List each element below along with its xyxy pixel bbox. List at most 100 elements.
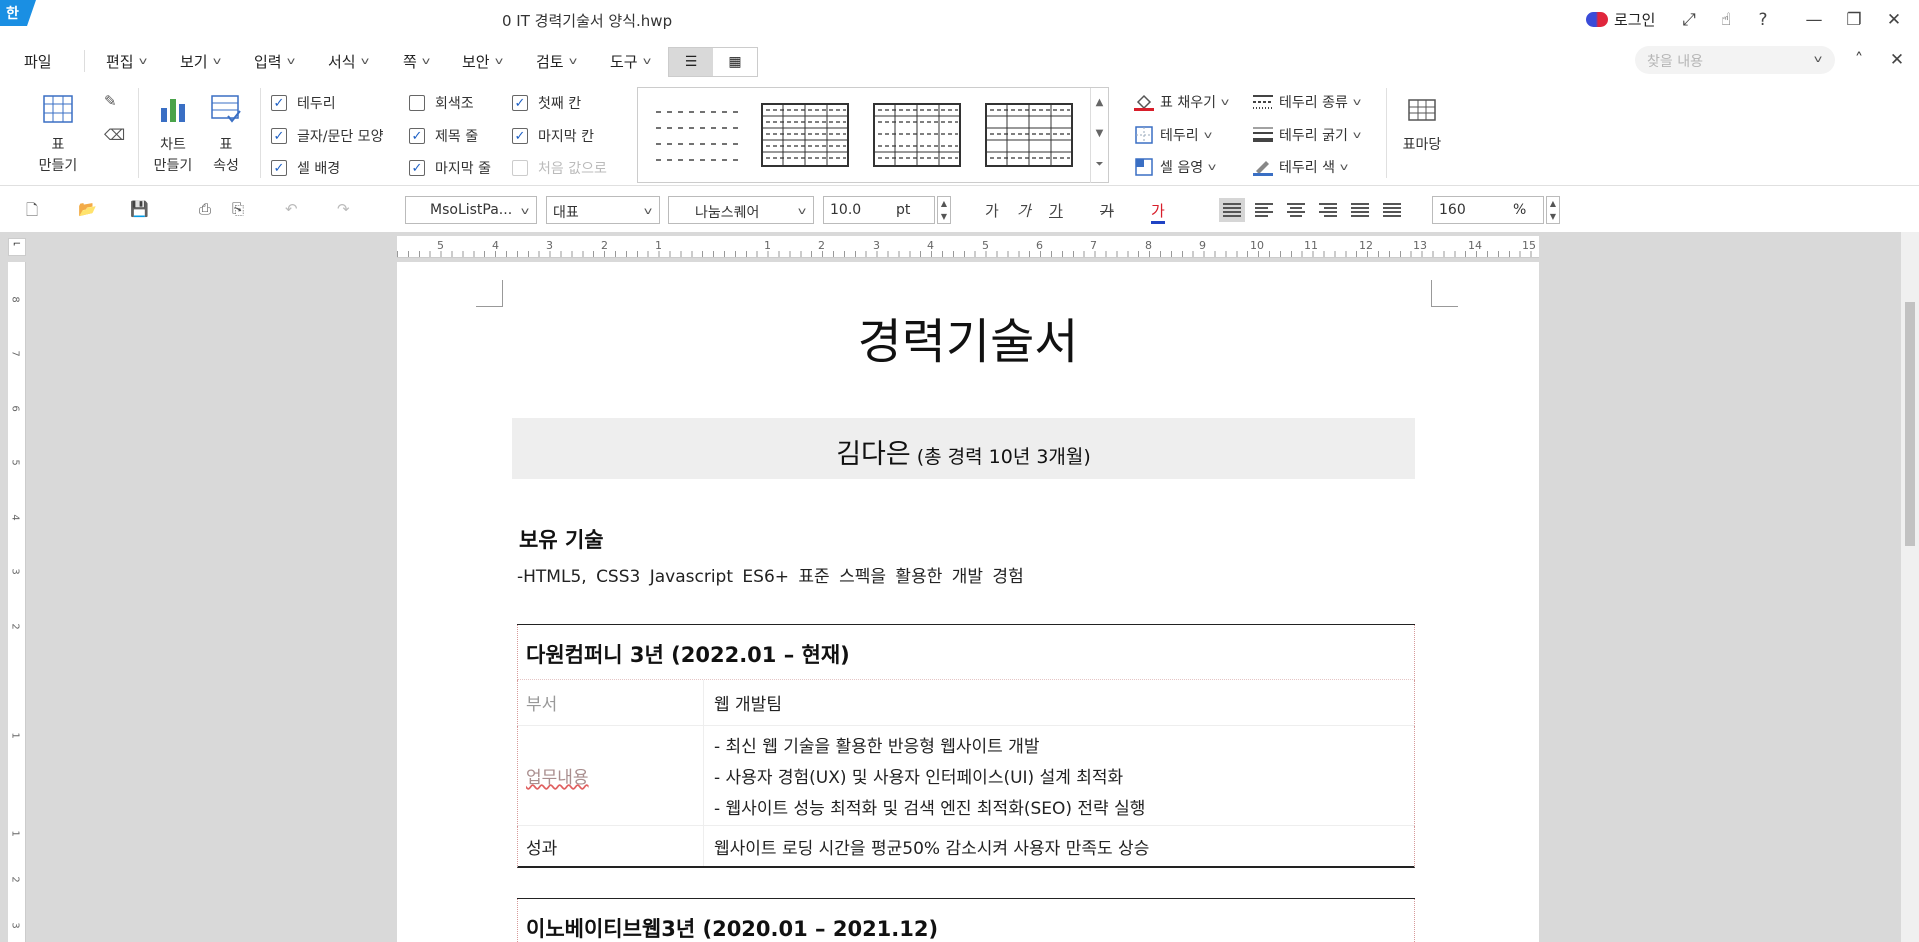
border-label: 테두리 (1160, 128, 1199, 144)
checkbox-first-column[interactable]: ✓ 첫째 칸 (512, 93, 581, 113)
applicant-name: 김다은 (836, 439, 911, 470)
gallery-scroll-up-icon[interactable]: ▲ (1090, 88, 1108, 119)
left-align-button[interactable] (1251, 198, 1277, 222)
border-type-button[interactable]: 테두리 종류 v (1253, 92, 1361, 112)
open-folder-icon[interactable]: 📂 (78, 200, 97, 218)
scrollbar-thumb[interactable] (1905, 302, 1915, 546)
ruler-number: 5 (437, 239, 444, 252)
font-size-spinner[interactable]: ▲ ▼ (937, 196, 951, 224)
font-size-input[interactable]: 10.0 pt (823, 196, 935, 224)
border-color-button[interactable]: 테두리 색 v (1253, 157, 1348, 177)
split-align-button[interactable] (1379, 198, 1405, 222)
login-button[interactable]: 로그인 (1586, 9, 1655, 30)
chart-make-button[interactable]: 차트 만들기 (150, 94, 196, 177)
save-icon[interactable]: 💾 (130, 200, 149, 218)
ruler-number: 11 (1304, 239, 1318, 252)
checkbox-label: 마지막 줄 (435, 161, 491, 177)
collapse-ribbon-icon[interactable]: ˄ (1846, 47, 1872, 73)
horizontal-ruler[interactable]: 5 4 3 2 1 1 2 3 4 5 6 7 8 9 10 11 12 13 … (397, 236, 1539, 258)
menu-review[interactable]: 검토 v (536, 51, 577, 72)
table-design-tab-icon[interactable]: ☰ (669, 48, 713, 76)
help-icon[interactable]: ? (1750, 7, 1776, 33)
font-color-button[interactable]: 가 (1151, 200, 1165, 224)
ruler-number: 1 (9, 732, 21, 739)
strikethrough-button[interactable]: 가 (1100, 200, 1114, 221)
close-document-icon[interactable]: ✕ (1884, 47, 1910, 73)
menu-format-label: 서식 (328, 53, 356, 71)
print-icon[interactable]: ⎙ (199, 200, 211, 218)
checkbox-grayscale[interactable]: 회색조 (409, 93, 474, 113)
ruler-number: 7 (9, 350, 21, 357)
ruler-corner-icon[interactable]: ⌐ (8, 238, 26, 256)
minimize-icon[interactable]: — (1801, 7, 1827, 33)
checkbox-label: 글자/문단 모양 (297, 129, 384, 145)
search-input[interactable]: 찾을 내용 v (1635, 46, 1835, 74)
menu-format[interactable]: 서식 v (328, 51, 369, 72)
right-align-button[interactable] (1315, 198, 1341, 222)
font-select[interactable]: 나눔스퀘어 v (668, 196, 814, 224)
italic-button[interactable]: 가 (1017, 200, 1031, 221)
table-make-button[interactable]: 표 만들기 (36, 94, 80, 177)
menu-file[interactable]: 파일 (24, 51, 52, 72)
menu-tools[interactable]: 도구 v (610, 51, 651, 72)
language-select[interactable]: 대표 v (546, 196, 660, 224)
center-align-button[interactable] (1283, 198, 1309, 222)
table-style-grid-dotted[interactable] (872, 102, 962, 168)
close-icon[interactable]: ✕ (1881, 7, 1907, 33)
menu-security[interactable]: 보안 v (462, 51, 503, 72)
app-logo[interactable]: 한 (0, 0, 36, 26)
eraser-icon[interactable]: ⌫ (104, 126, 125, 144)
menu-page[interactable]: 쪽v (403, 51, 430, 72)
table-style-grid-bold[interactable] (984, 102, 1074, 168)
checkbox-char-para[interactable]: ✓ 글자/문단 모양 (271, 126, 383, 146)
menu-view[interactable]: 보기 v (180, 51, 221, 72)
paragraph-style-select[interactable]: MsoListPa... v (405, 196, 537, 224)
undo-icon[interactable]: ↶ (285, 200, 298, 218)
checkbox-unchecked-icon (512, 160, 528, 176)
font-size-unit: pt (896, 202, 911, 218)
document-page[interactable]: 경력기술서 김다은 (총 경력 10년 3개월) 보유 기술 -HTML5, CS… (397, 262, 1539, 942)
table-layout-tab-icon[interactable]: ▦ (713, 48, 757, 76)
menu-edit-label: 편집 (106, 53, 134, 71)
checkbox-reset-defaults[interactable]: 처음 값으로 (512, 158, 607, 178)
bold-button[interactable]: 가 (985, 200, 999, 221)
checkbox-checked-icon: ✓ (409, 160, 425, 176)
distribute-align-button[interactable] (1347, 198, 1373, 222)
checkbox-unchecked-icon (409, 95, 425, 111)
chart-make-label-2: 만들기 (153, 158, 193, 174)
table-fill-button[interactable]: 표 채우기 v (1134, 92, 1229, 112)
table-style-dashed[interactable] (652, 102, 742, 168)
checkbox-border[interactable]: ✓ 테두리 (271, 93, 336, 113)
new-document-icon[interactable]: 🗋 (26, 200, 38, 225)
table-style-grid-dashed[interactable] (760, 102, 850, 168)
gallery-scroll-down-icon[interactable]: ▼ (1090, 119, 1108, 150)
checkbox-last-row[interactable]: ✓ 마지막 줄 (409, 158, 491, 178)
fullscreen-icon[interactable]: ⤢ (1676, 7, 1702, 33)
menu-insert[interactable]: 입력 v (254, 51, 295, 72)
table-row: 부서 웹 개발팀 (517, 680, 1415, 726)
redo-icon[interactable]: ↷ (337, 200, 350, 218)
table-wizard-button[interactable]: 표마당 (1398, 94, 1446, 156)
hand-icon[interactable]: ☝ (1713, 7, 1739, 33)
border-button[interactable]: 테두리 v (1134, 125, 1212, 145)
ribbon-divider (138, 88, 139, 178)
checkbox-header-row[interactable]: ✓ 제목 줄 (409, 126, 478, 146)
border-thickness-button[interactable]: 테두리 굵기 v (1253, 125, 1361, 145)
gallery-expand-icon[interactable]: ⏷ (1090, 150, 1108, 183)
menu-edit[interactable]: 편집 v (106, 51, 147, 72)
vertical-ruler[interactable]: 8 7 6 5 4 3 2 1 1 2 3 (8, 262, 26, 942)
chevron-down-icon: v (360, 56, 369, 67)
zoom-input[interactable]: 160% (1432, 196, 1544, 224)
restore-icon[interactable]: ❐ (1841, 7, 1867, 33)
table-properties-button[interactable]: 표 속성 (206, 94, 246, 177)
underline-button[interactable]: 가 (1049, 200, 1063, 221)
pencil-icon[interactable]: ✎ (104, 92, 117, 110)
checkbox-cell-background[interactable]: ✓ 셀 배경 (271, 158, 340, 178)
checkbox-checked-icon: ✓ (512, 128, 528, 144)
cell-shading-button[interactable]: 셀 음영 v (1134, 157, 1216, 177)
checkbox-last-column[interactable]: ✓ 마지막 칸 (512, 126, 594, 146)
zoom-spinner[interactable]: ▲ ▼ (1546, 196, 1560, 224)
justify-align-button[interactable] (1219, 198, 1245, 222)
print-preview-icon[interactable]: ⎘ (232, 200, 244, 218)
font-size-value: 10.0 (830, 202, 862, 218)
